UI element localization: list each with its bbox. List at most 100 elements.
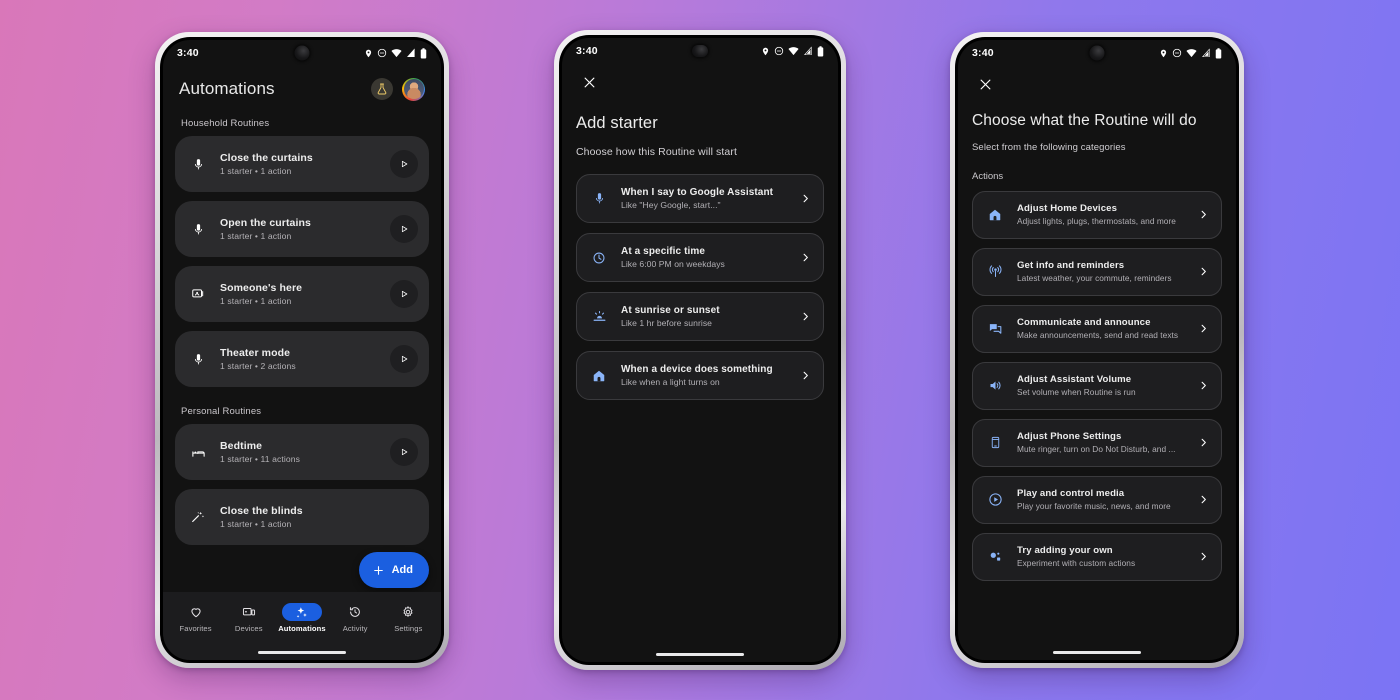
play-icon (401, 160, 408, 168)
option-subtitle: Set volume when Routine is run (1017, 387, 1136, 398)
status-bar: 3:40 (562, 38, 838, 64)
table-row[interactable]: Close the curtains 1 starter • 1 action (175, 136, 429, 192)
presence-sensor-icon (188, 287, 208, 301)
microphone-icon (589, 192, 609, 205)
status-time: 3:40 (177, 47, 199, 59)
nav-pill (335, 603, 375, 621)
option-text: When I say to Google Assistant Like "Hey… (609, 187, 798, 211)
table-row[interactable]: Someone's here 1 starter • 1 action (175, 266, 429, 322)
option-subtitle: Play your favorite music, news, and more (1017, 501, 1171, 512)
gesture-handle (1053, 650, 1141, 654)
list-item[interactable]: Adjust Assistant Volume Set volume when … (972, 361, 1222, 410)
page-subtitle: Choose how this Routine will start (576, 146, 737, 158)
routine-text: Close the curtains 1 starter • 1 action (208, 152, 390, 176)
gesture-navigation-bar[interactable] (163, 644, 441, 660)
list-item[interactable]: When a device does something Like when a… (576, 351, 824, 400)
nav-item-automations[interactable]: Automations (276, 603, 328, 633)
starter-options-list[interactable]: When I say to Google Assistant Like "Hey… (576, 174, 824, 410)
table-row[interactable]: Close the blinds 1 starter • 1 action (175, 489, 429, 545)
microphone-icon (188, 158, 208, 171)
close-icon[interactable] (578, 71, 600, 93)
option-subtitle: Adjust lights, plugs, thermostats, and m… (1017, 216, 1176, 227)
cellular-signal-icon (407, 48, 415, 58)
play-button[interactable] (390, 438, 418, 466)
table-row[interactable]: Open the curtains 1 starter • 1 action (175, 201, 429, 257)
table-row[interactable]: Theater mode 1 starter • 2 actions (175, 331, 429, 387)
avatar[interactable] (402, 77, 425, 101)
magic-wand-icon (188, 510, 208, 524)
option-text: Get info and reminders Latest weather, y… (1005, 260, 1196, 284)
gear-icon (403, 606, 413, 618)
close-icon[interactable] (974, 73, 996, 95)
screen-automations: 3:40 Automations Household Routines Clos… (163, 40, 441, 660)
action-options-list[interactable]: Adjust Home Devices Adjust lights, plugs… (972, 190, 1222, 590)
table-row[interactable]: Bedtime 1 starter • 11 actions (175, 424, 429, 480)
bed-glyph (191, 450, 205, 457)
play-button[interactable] (390, 150, 418, 178)
location-pin-icon (762, 47, 769, 55)
nav-pill (388, 603, 428, 621)
phone-add-starter: 3:40 Add starter Choose how this Routine… (554, 30, 846, 670)
routine-text: Theater mode 1 starter • 2 actions (208, 347, 390, 371)
option-text: Play and control media Play your favorit… (1005, 488, 1196, 512)
chevron-right-icon (1196, 494, 1210, 505)
gesture-navigation-bar[interactable] (958, 644, 1236, 660)
broadcast-icon (985, 264, 1005, 279)
list-item[interactable]: Adjust Home Devices Adjust lights, plugs… (972, 190, 1222, 239)
nav-label: Favorites (179, 624, 212, 633)
option-text: At sunrise or sunset Like 1 hr before su… (609, 305, 798, 329)
chevron-glyph (1201, 552, 1206, 561)
flask-icon[interactable] (371, 78, 393, 100)
nav-item-settings[interactable]: Settings (382, 603, 434, 633)
option-text: Try adding your own Experiment with cust… (1005, 545, 1196, 569)
phone-glyph (991, 436, 999, 449)
add-button-label: Add (391, 564, 413, 576)
play-button[interactable] (390, 280, 418, 308)
front-camera-punch-hole (1089, 45, 1105, 61)
chevron-right-icon (1196, 437, 1210, 448)
nav-item-favorites[interactable]: Favorites (170, 603, 222, 633)
gesture-navigation-bar[interactable] (562, 646, 838, 662)
gesture-handle (656, 652, 744, 656)
status-icons (1159, 47, 1222, 59)
phone-bezel: 3:40 Choose what the Routine will do Sel… (955, 37, 1239, 663)
volume-icon (985, 378, 1005, 393)
list-item[interactable]: Communicate and announce Make announceme… (972, 304, 1222, 353)
list-item[interactable]: Try adding your own Experiment with cust… (972, 532, 1222, 581)
play-button[interactable] (390, 215, 418, 243)
list-item[interactable]: When I say to Google Assistant Like "Hey… (576, 174, 824, 223)
battery-icon (1215, 47, 1222, 59)
nav-item-activity[interactable]: Activity (329, 603, 381, 633)
avatar-photo (403, 79, 424, 99)
option-subtitle: Latest weather, your commute, reminders (1017, 273, 1172, 284)
custom-action-glyph (990, 552, 1000, 561)
wifi-icon (788, 47, 799, 56)
close-row (576, 64, 824, 94)
option-title: Play and control media (1017, 487, 1125, 499)
presence-glyph (192, 289, 204, 298)
clock-icon (589, 251, 609, 265)
chevron-glyph (803, 371, 808, 380)
routine-text: Close the blinds 1 starter • 1 action (208, 505, 390, 529)
chat-glyph (989, 324, 1001, 334)
chevron-right-icon (1196, 551, 1210, 562)
play-button[interactable] (390, 345, 418, 373)
add-button[interactable]: Add (358, 552, 429, 588)
list-item[interactable]: At sunrise or sunset Like 1 hr before su… (576, 292, 824, 341)
list-item[interactable]: Play and control media Play your favorit… (972, 475, 1222, 524)
list-item[interactable]: Get info and reminders Latest weather, y… (972, 247, 1222, 296)
home-glyph (989, 209, 1001, 220)
bottom-navigation[interactable]: Favorites Devices Automations Activity S… (163, 592, 441, 644)
option-text: Adjust Assistant Volume Set volume when … (1005, 374, 1196, 398)
routine-subtitle: 1 starter • 1 action (220, 166, 292, 176)
routines-list[interactable]: Household Routines Close the curtains 1 … (163, 108, 441, 592)
list-item[interactable]: Adjust Phone Settings Mute ringer, turn … (972, 418, 1222, 467)
status-icons (364, 47, 427, 59)
nav-item-devices[interactable]: Devices (223, 603, 275, 633)
chevron-right-icon (798, 311, 812, 322)
play-icon (401, 448, 408, 456)
status-time: 3:40 (972, 47, 994, 59)
sunrise-icon (589, 309, 609, 324)
list-item[interactable]: At a specific time Like 6:00 PM on weekd… (576, 233, 824, 282)
front-camera-punch-hole (692, 45, 708, 57)
